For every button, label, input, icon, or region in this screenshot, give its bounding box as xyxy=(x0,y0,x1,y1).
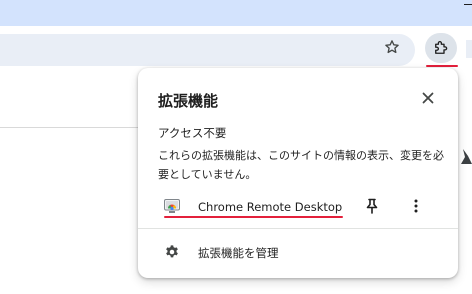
chrome-remote-desktop-icon xyxy=(164,199,180,213)
section-title: アクセス不要 xyxy=(158,126,227,140)
address-bar[interactable] xyxy=(0,34,415,66)
close-button[interactable] xyxy=(420,90,436,106)
close-icon xyxy=(422,92,434,104)
more-actions-button[interactable] xyxy=(406,196,426,216)
extensions-menu: 拡張機能 アクセス不要 これらの拡張機能は、このサイトの情報の表示、変更を必要と… xyxy=(138,68,458,278)
section-description: これらの拡張機能は、このサイトの情報の表示、変更を必要としていません。 xyxy=(158,149,444,181)
manage-icon-wrap xyxy=(162,242,182,262)
bookmark-star-button[interactable] xyxy=(382,37,402,57)
extension-name: Chrome Remote Desktop xyxy=(198,200,343,214)
page-content-divider xyxy=(0,127,150,128)
more-vertical-icon xyxy=(414,199,418,213)
page-icon-fragment xyxy=(461,149,472,164)
pin-button[interactable] xyxy=(362,196,382,216)
extensions-button[interactable] xyxy=(425,33,457,63)
manage-extensions-item[interactable]: 拡張機能を管理 xyxy=(138,238,458,266)
menu-title: 拡張機能 xyxy=(158,92,219,110)
manage-extensions-label: 拡張機能を管理 xyxy=(198,246,279,260)
menu-divider xyxy=(138,228,458,229)
puzzle-piece-icon xyxy=(435,41,448,54)
window-minimize-button[interactable] xyxy=(464,0,472,8)
pin-icon xyxy=(366,198,378,214)
extensions-button-highlight xyxy=(426,65,458,67)
toolbar-edge-element xyxy=(466,40,472,58)
extension-name-highlight xyxy=(164,216,343,218)
star-outline-icon xyxy=(385,40,399,54)
window-titlebar xyxy=(0,0,472,26)
gear-icon xyxy=(166,245,178,258)
